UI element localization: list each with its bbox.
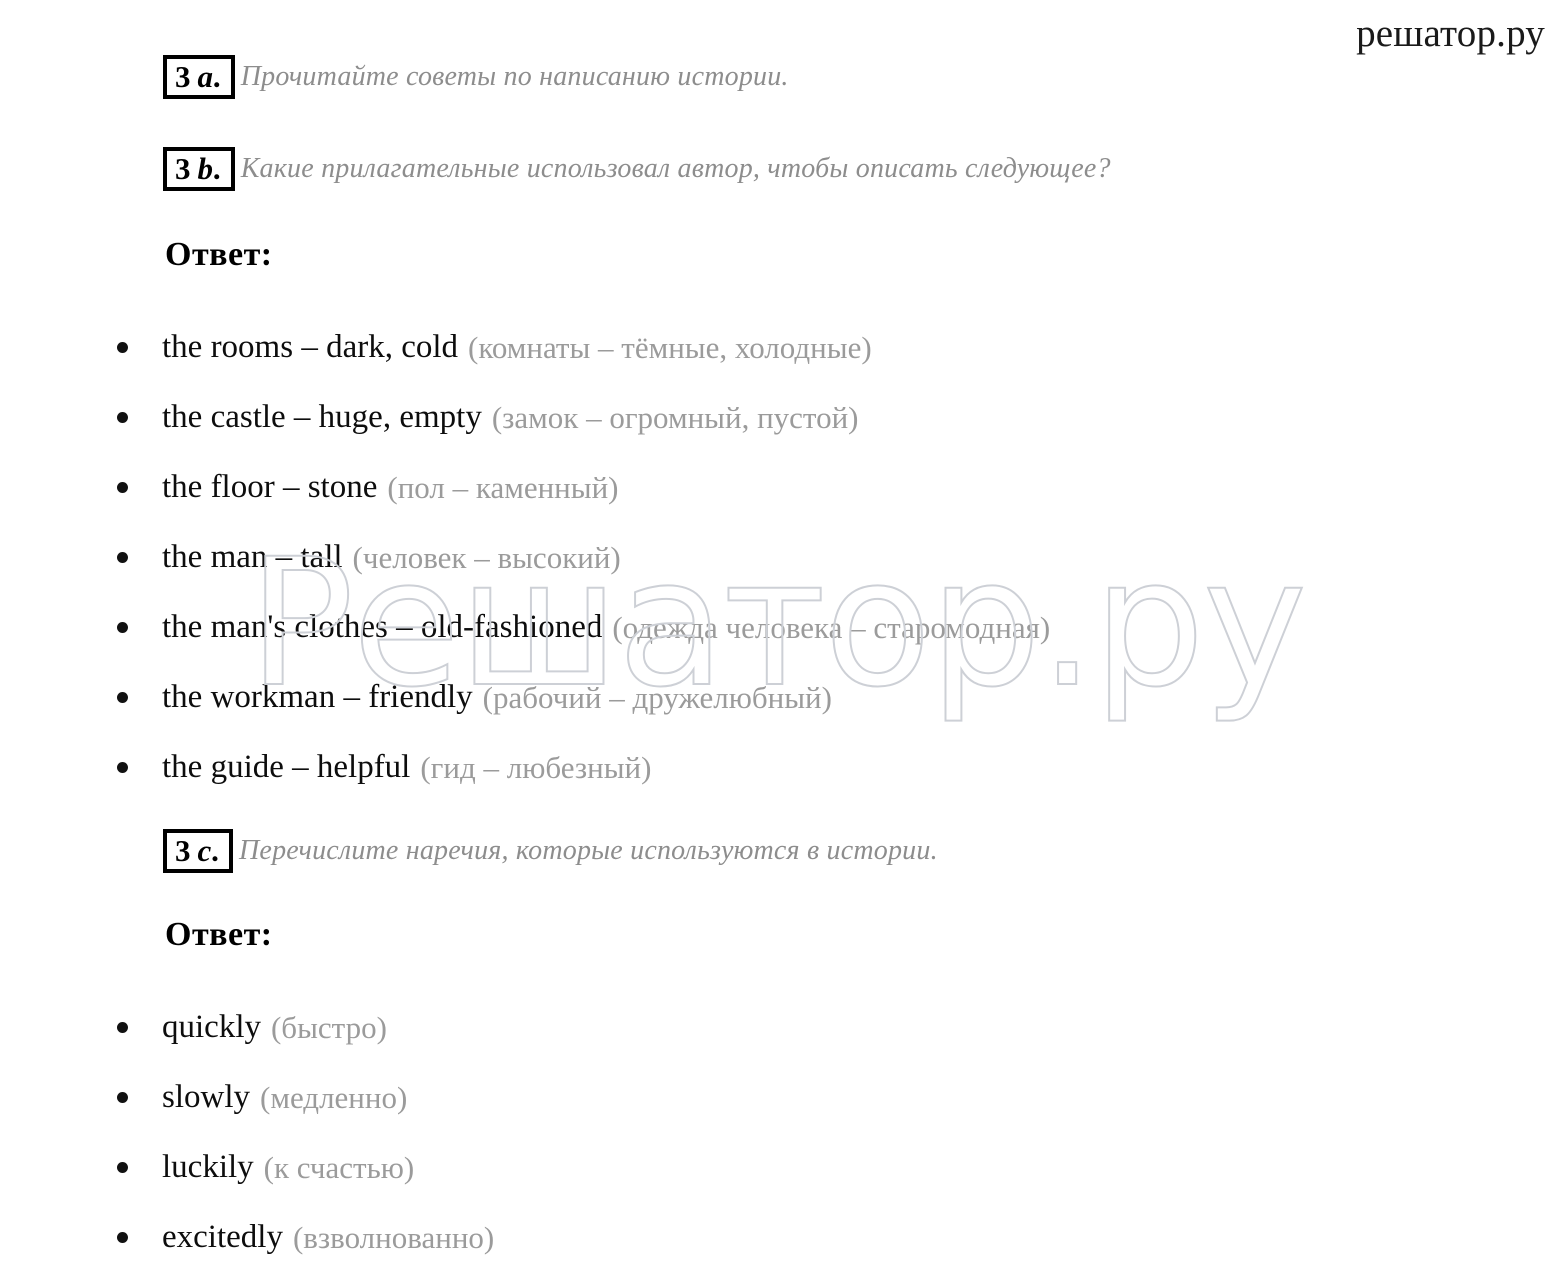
task-row-3c: 3 c. Перечислите наречия, которые использ…	[163, 829, 938, 873]
list-item: the man – tall (человек – высокий)	[0, 522, 1567, 592]
list-item: the castle – huge, empty (замок – огромн…	[0, 382, 1567, 452]
list-item: the workman – friendly (рабочий – дружел…	[0, 662, 1567, 732]
task-number-3a: 3	[175, 58, 192, 94]
adjective-ru: (рабочий – дружелюбный)	[482, 679, 832, 715]
task-number-3b: 3	[175, 150, 192, 186]
task-number-badge-3c: 3 c.	[163, 829, 234, 873]
adjective-ru: (гид – любезный)	[420, 749, 652, 785]
list-item: slowly (медленно)	[0, 1062, 1567, 1132]
task-number-badge-3b: 3 b.	[163, 147, 235, 191]
adjective-ru: (пол – каменный)	[387, 469, 619, 505]
adverb-en: luckily	[162, 1148, 254, 1185]
adverb-en: excitedly	[162, 1218, 283, 1255]
task-row-3a: 3 a. Прочитайте советы по написанию истор…	[163, 55, 789, 99]
adjectives-list: the rooms – dark, cold (комнаты – тёмные…	[0, 312, 1567, 802]
adverb-ru: (к счастью)	[263, 1149, 415, 1185]
list-item: quickly (быстро)	[0, 992, 1567, 1062]
task-number-3c: 3	[175, 832, 192, 868]
adverbs-list: quickly (быстро) slowly (медленно) lucki…	[0, 992, 1567, 1272]
list-item: luckily (к счастью)	[0, 1132, 1567, 1202]
site-brand-label: решатор.ру	[1356, 12, 1545, 55]
task-row-3b: 3 b. Какие прилагательные использовал авт…	[163, 147, 1111, 191]
adjective-ru: (одежда человека – старомодная)	[612, 609, 1051, 645]
task-letter-3a: a.	[197, 58, 223, 94]
adjective-ru: (комнаты – тёмные, холодные)	[468, 329, 872, 365]
adverb-ru: (взволнованно)	[292, 1219, 495, 1255]
adjective-en: the man's clothes – old-fashioned	[162, 608, 603, 645]
adverb-ru: (быстро)	[270, 1009, 387, 1045]
adjective-en: the floor – stone	[162, 468, 378, 505]
adjective-en: the man – tall	[162, 538, 343, 575]
adjective-ru: (замок – огромный, пустой)	[491, 399, 859, 435]
document-page: решатор.ру 3 a. Прочитайте советы по напи…	[0, 0, 1567, 1275]
adverb-en: slowly	[162, 1078, 251, 1115]
adverb-en: quickly	[162, 1008, 261, 1045]
list-item: the rooms – dark, cold (комнаты – тёмные…	[0, 312, 1567, 382]
task-prompt-3a: Прочитайте советы по написанию истории.	[240, 61, 789, 92]
adjective-ru: (человек – высокий)	[352, 539, 621, 575]
task-letter-3b: b.	[197, 150, 223, 186]
task-prompt-3c: Перечислите наречия, которые используютс…	[239, 835, 938, 866]
list-item: the floor – stone (пол – каменный)	[0, 452, 1567, 522]
adjective-en: the rooms – dark, cold	[162, 328, 459, 365]
adjective-en: the castle – huge, empty	[162, 398, 482, 435]
list-item: excitedly (взволнованно)	[0, 1202, 1567, 1272]
adjective-en: the workman – friendly	[162, 678, 473, 715]
answer-heading-adverbs: Ответ:	[165, 916, 273, 953]
answer-heading-adjectives: Ответ:	[165, 236, 273, 273]
adverb-ru: (медленно)	[260, 1079, 408, 1115]
adjective-en: the guide – helpful	[162, 748, 411, 785]
list-item: the guide – helpful (гид – любезный)	[0, 732, 1567, 802]
task-letter-3c: c.	[197, 832, 222, 868]
list-item: the man's clothes – old-fashioned (одежд…	[0, 592, 1567, 662]
task-prompt-3b: Какие прилагательные использовал автор, …	[240, 153, 1111, 184]
task-number-badge-3a: 3 a.	[163, 55, 235, 99]
